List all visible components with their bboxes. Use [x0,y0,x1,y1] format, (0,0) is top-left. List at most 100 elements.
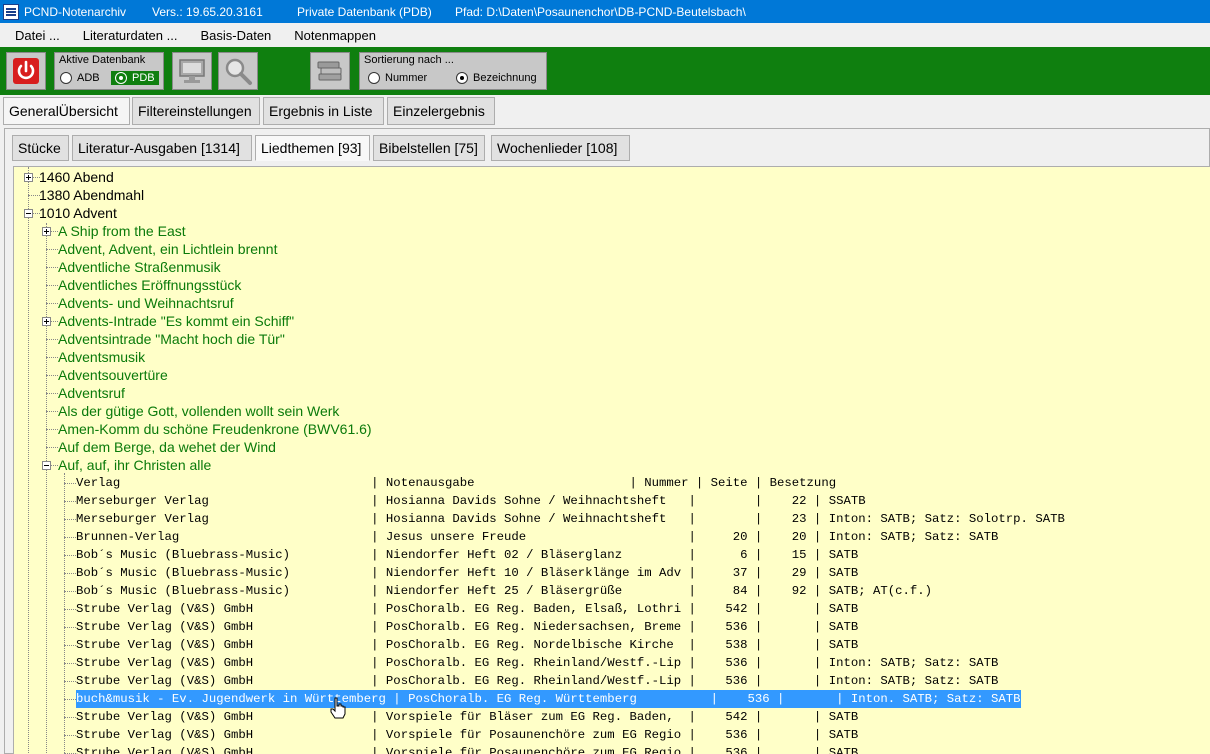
tree-line [64,735,76,736]
tree-node-liedthema[interactable]: Adventsmusik [58,348,145,366]
radio-pdb-dot [115,72,127,84]
tree-line [64,699,76,700]
collapse-toggle[interactable] [42,461,51,470]
active-database-title: Aktive Datenbank [59,54,146,66]
sort-group-title: Sortierung nach ... [364,54,454,66]
tree-line [64,645,76,646]
expand-toggle[interactable] [42,317,51,326]
tab-generaluebersicht[interactable]: GeneralÜbersicht [3,97,130,125]
details-row[interactable]: Strube Verlag (V&S) GmbH | PosChoralb. E… [76,600,858,618]
menu-literaturdaten[interactable]: Literaturdaten ... [68,28,186,43]
tree-node-liedthema[interactable]: Auf, auf, ihr Christen alle [58,456,211,474]
tree-line [46,357,58,358]
tree-node-abendmahl[interactable]: 1380 Abendmahl [39,186,144,204]
database-label: Private Datenbank (PDB) [297,4,432,19]
details-row[interactable]: Brunnen-Verlag | Jesus unsere Freude | 2… [76,528,998,546]
title-bar: PCND-Notenarchiv Vers.: 19.65.20.3161 Pr… [0,0,1210,23]
tree-line [64,537,76,538]
tab-filtereinstellungen[interactable]: Filtereinstellungen [132,97,260,125]
sort-group: Sortierung nach ... Nummer Bezeichnung [359,52,547,90]
tree-line [64,609,76,610]
tree-line [64,573,76,574]
magnifier-icon [225,58,252,85]
database-path: Pfad: D:\Daten\Posaunenchor\DB-PCND-Beut… [455,4,746,19]
tree-line [64,519,76,520]
tree-node-liedthema[interactable]: Adventliche Straßenmusik [58,258,221,276]
radio-adb[interactable]: ADB [60,72,100,84]
tree-node-liedthema[interactable]: Auf dem Berge, da wehet der Wind [58,438,276,456]
details-row[interactable]: Strube Verlag (V&S) GmbH | PosChoralb. E… [76,672,998,690]
radio-pdb[interactable]: PDB [111,71,159,85]
tree-line [46,411,58,412]
tree-node-liedthema[interactable]: Adventliches Eröffnungsstück [58,276,241,294]
tree-line [28,215,29,754]
details-row[interactable]: buch&musik - Ev. Jugendwerk in Württembe… [76,690,1021,708]
menu-basis-daten[interactable]: Basis-Daten [185,28,279,43]
search-button[interactable] [218,52,258,90]
details-row[interactable]: Strube Verlag (V&S) GmbH | Vorspiele für… [76,708,858,726]
collapse-toggle-advent[interactable] [24,209,33,218]
tab-einzelergebnis[interactable]: Einzelergebnis [387,97,495,125]
tree-node-liedthema[interactable]: A Ship from the East [58,222,186,240]
subtab-literatur-ausgaben[interactable]: Literatur-Ausgaben [1314] [72,135,252,161]
app-icon [3,3,19,20]
subtab-wochenlieder[interactable]: Wochenlieder [108] [491,135,630,161]
details-row[interactable]: Bob´s Music (Bluebrass-Music) | Niendorf… [76,582,932,600]
tree-node-liedthema[interactable]: Amen-Komm du schöne Freudenkrone (BWV61.… [58,420,372,438]
tree-node-liedthema[interactable]: Adventsruf [58,384,125,402]
tree-node-liedthema[interactable]: Advents- und Weihnachtsruf [58,294,234,312]
tree-line [64,473,65,754]
expand-toggle-abend[interactable] [24,173,33,182]
details-row[interactable]: Bob´s Music (Bluebrass-Music) | Niendorf… [76,546,858,564]
radio-sort-bezeichnung-label: Bezeichnung [473,72,537,84]
subtab-liedthemen[interactable]: Liedthemen [93] [255,135,370,161]
menu-datei[interactable]: Datei ... [0,28,68,43]
power-button[interactable] [6,52,46,90]
tree-node-advent[interactable]: 1010 Advent [39,204,117,222]
details-row[interactable]: Strube Verlag (V&S) GmbH | PosChoralb. E… [76,636,858,654]
tree-node-abend[interactable]: 1460 Abend [39,168,114,186]
radio-sort-nummer-dot [368,72,380,84]
monitor-button[interactable] [172,52,212,90]
radio-sort-nummer-label: Nummer [385,72,428,84]
expand-toggle[interactable] [42,227,51,236]
mouse-cursor-hand-icon [330,697,346,719]
tab-ergebnis-in-liste[interactable]: Ergebnis in Liste [263,97,384,125]
details-row[interactable]: Strube Verlag (V&S) GmbH | Vorspiele für… [76,726,858,744]
active-database-group: Aktive Datenbank ADB PDB [54,52,164,90]
details-row[interactable]: Merseburger Verlag | Hosianna Davids Soh… [76,510,1065,528]
radio-sort-bezeichnung[interactable]: Bezeichnung [456,72,537,84]
tree-node-liedthema[interactable]: Advent, Advent, ein Lichtlein brennt [58,240,277,258]
menu-notenmappen[interactable]: Notenmappen [279,28,384,43]
tree-node-liedthema[interactable]: Advents-Intrade "Es kommt ein Schiff" [58,312,294,330]
details-row[interactable]: Merseburger Verlag | Hosianna Davids Soh… [76,492,866,510]
subtab-bibelstellen[interactable]: Bibelstellen [75] [373,135,485,161]
liedthemen-tree[interactable]: 1460 Abend 1380 Abendmahl 1010 Advent A … [13,166,1210,754]
radio-pdb-label: PDB [132,72,155,84]
subtab-stuecke[interactable]: Stücke [12,135,69,161]
power-icon [13,58,39,84]
tree-line [46,249,58,250]
radio-sort-bezeichnung-dot [456,72,468,84]
books-button[interactable] [310,52,350,90]
details-header-row: Verlag | Notenausgabe | Nummer | Seite |… [76,476,837,490]
tree-line [46,303,58,304]
tree-line [64,501,76,502]
tree-node-liedthema[interactable]: Adventsouvertüre [58,366,168,384]
tree-line [46,339,58,340]
details-row[interactable]: Strube Verlag (V&S) GmbH | PosChoralb. E… [76,654,998,672]
app-title: PCND-Notenarchiv [24,4,127,19]
details-row[interactable]: Strube Verlag (V&S) GmbH | PosChoralb. E… [76,618,858,636]
radio-sort-nummer[interactable]: Nummer [368,72,427,84]
details-row[interactable]: Strube Verlag (V&S) GmbH | Vorspiele für… [76,744,858,754]
tree-node-liedthema[interactable]: Als der gütige Gott, vollenden wollt sei… [58,402,339,420]
tree-line [46,429,58,430]
tree-line [46,375,58,376]
menu-bar: Datei ... Literaturdaten ... Basis-Daten… [0,23,1210,47]
tree-node-liedthema[interactable]: Adventsintrade "Macht hoch die Tür" [58,330,285,348]
details-row[interactable]: Bob´s Music (Bluebrass-Music) | Niendorf… [76,564,858,582]
tree-line [46,393,58,394]
app-version: Vers.: 19.65.20.3161 [152,4,263,19]
tree-line [64,591,76,592]
tree-line [46,285,58,286]
